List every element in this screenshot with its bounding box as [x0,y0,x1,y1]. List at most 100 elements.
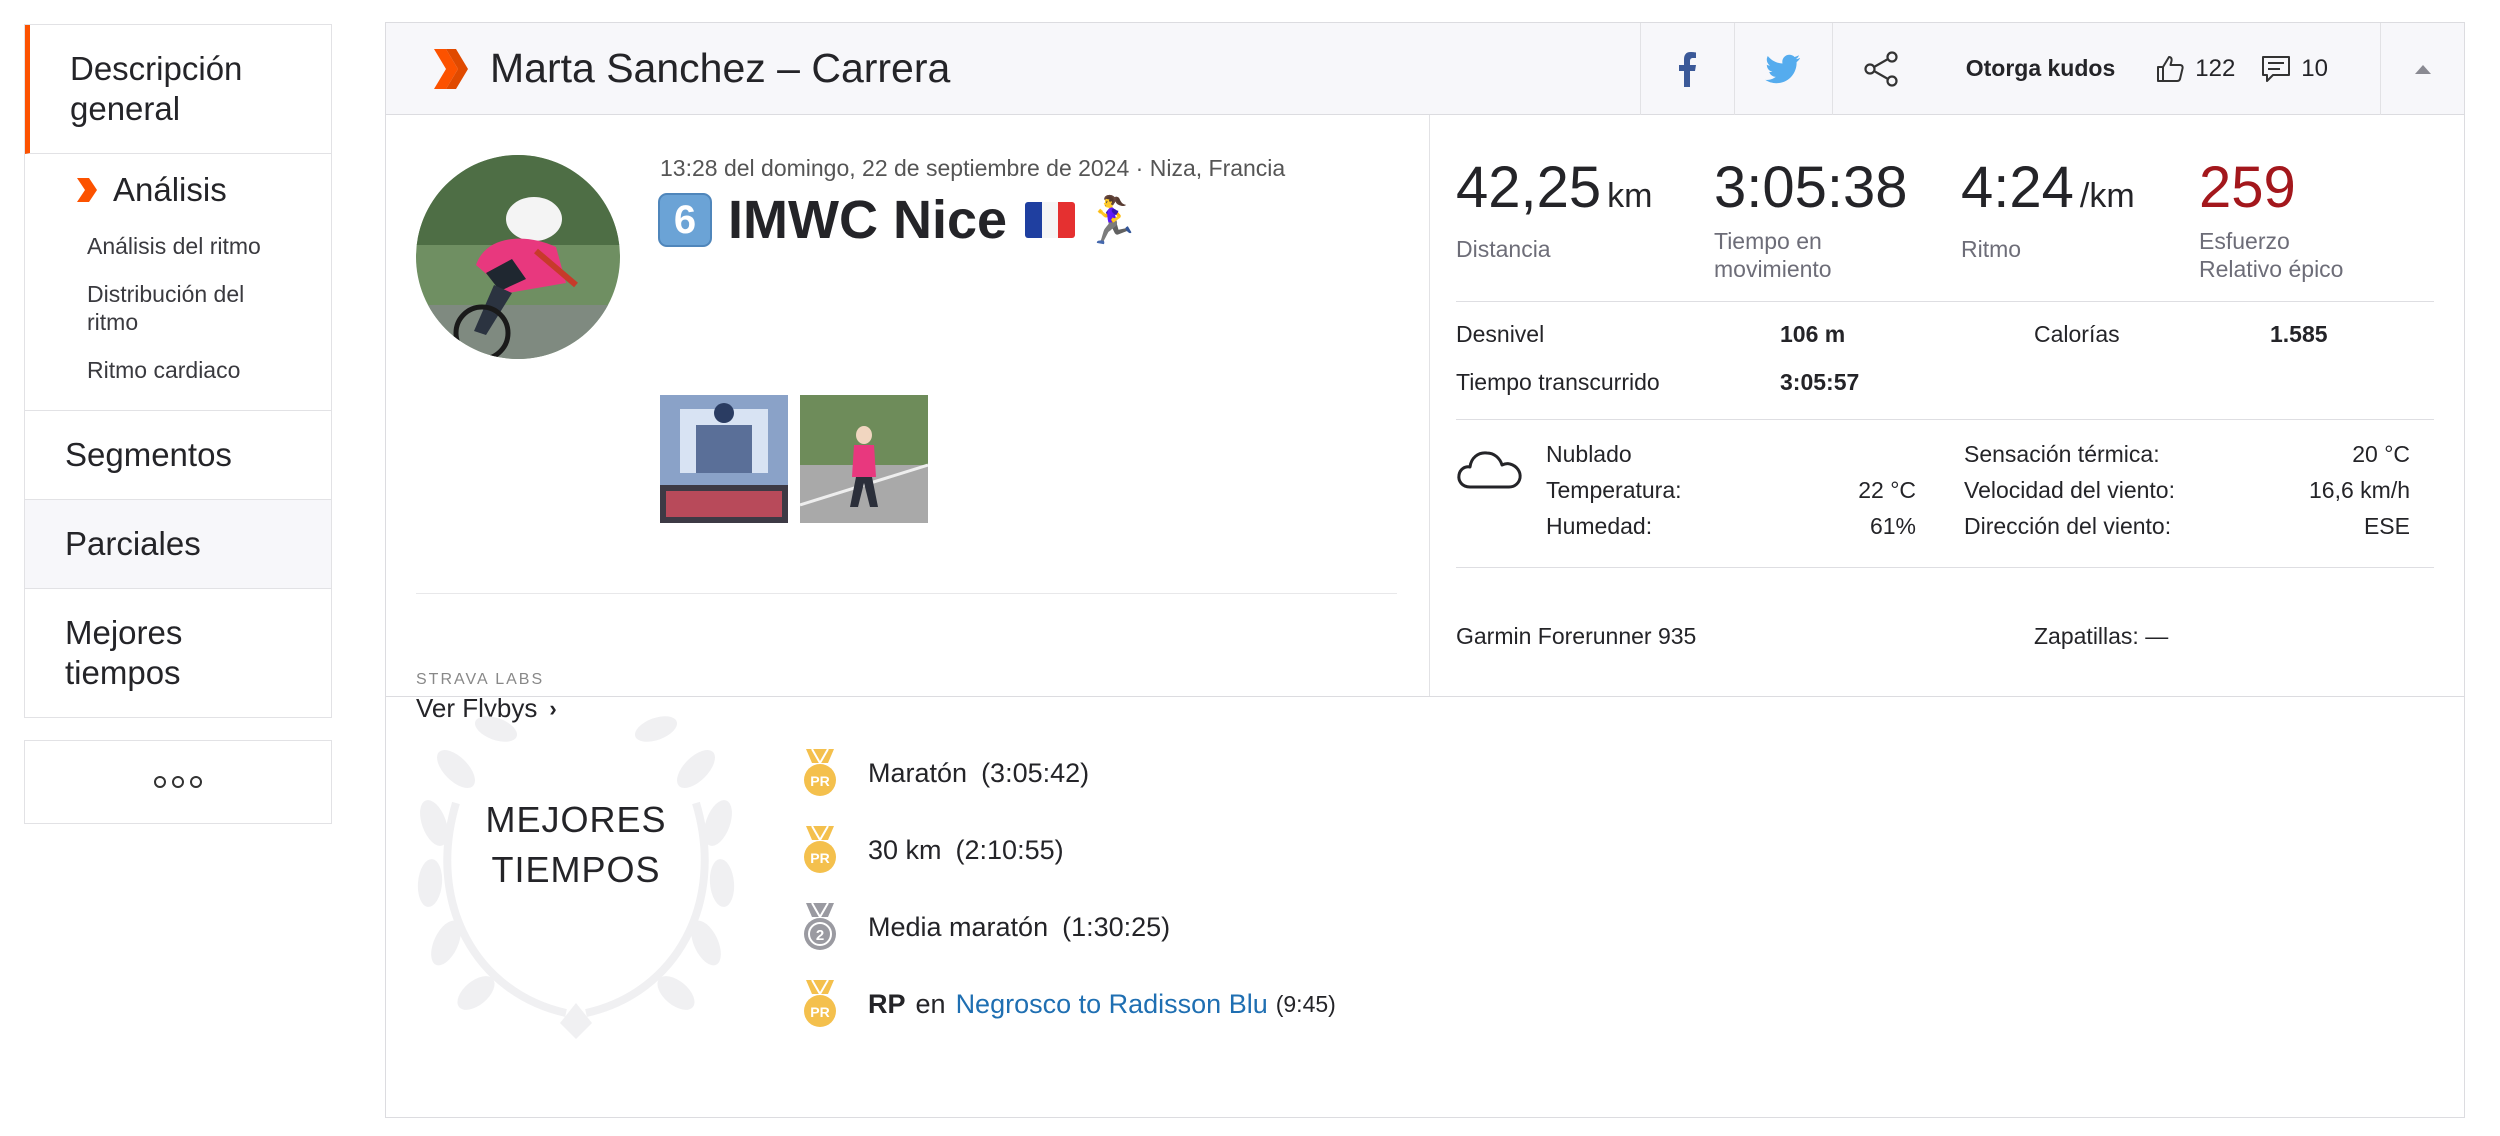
sidebar-section-analysis: Análisis Análisis del ritmo Distribución… [25,154,331,411]
activity-photo-runner[interactable] [800,395,928,523]
strava-labs-tag: STRAVA LABS [416,671,545,688]
best-efforts-heading: MEJORES TIEMPOS [485,799,667,890]
activity-summary: 13:28 del domingo, 22 de septiembre de 2… [386,115,2464,723]
temperature-value: 22 °C [1858,477,1916,503]
wind-direction-label: Dirección del viento: [1964,513,2172,539]
more-button[interactable] [24,740,332,824]
activity-header-title: Marta Sanchez – Carrera [490,45,951,91]
sidebar-item-overview[interactable]: Descripción general [25,25,331,154]
svg-text:PR: PR [810,773,829,789]
elevation-label: Desnivel [1456,321,1545,347]
sidebar-item-pace-analysis[interactable]: Análisis del ritmo [25,232,331,260]
runner-emoji-icon: 🏃‍♀️ [1083,193,1141,246]
temperature-label: Temperatura: [1546,477,1682,503]
achievement-time: (1:30:25) [1062,911,1171,942]
achievement-name: 30 km [868,834,942,865]
calories-label: Calorías [2034,321,2120,347]
achievements-list: PR Maratón (3:05:42) PR 30 km (2:10:55) [800,747,1336,1055]
comment-icon [2262,55,2291,82]
svg-text:PR: PR [810,850,829,866]
feels-like-value: 20 °C [2352,441,2410,467]
pr-medal-icon: PR [804,979,836,1027]
activity-date-location: 13:28 del domingo, 22 de septiembre de 2… [660,155,1286,181]
stat-relative-effort[interactable]: 259 Esfuerzo Relativo épico [2199,155,2369,283]
stat-distance-label: Distancia [1456,236,1551,262]
sidebar: Descripción general Análisis Análisis de… [24,24,332,824]
share-button[interactable] [1831,22,1930,115]
stat-relative-effort-label: Esfuerzo Relativo épico [2199,228,2344,282]
stats-divider [1456,301,2434,302]
collapse-button[interactable] [2380,22,2464,115]
activity-info: 13:28 del domingo, 22 de septiembre de 2… [386,115,1430,723]
strava-chevron-icon [434,48,468,89]
humidity-label: Humedad: [1546,513,1653,539]
sidebar-item-pace-distribution[interactable]: Distribución del ritmo [25,280,285,336]
elapsed-time-value: 3:05:57 [1780,369,1860,395]
comment-count-value: 10 [2301,54,2328,82]
keycap-six-icon: 6 [658,193,712,247]
comment-count[interactable]: 10 [2261,55,2328,83]
achievement-name: Maratón [868,757,968,788]
device-name: Garmin Forerunner 935 [1456,623,1697,649]
achievement-time: (3:05:42) [981,757,1090,788]
segment-link[interactable]: Negrosco to Radisson Blu [956,989,1268,1020]
facebook-share-button[interactable] [1639,22,1734,115]
weather-divider [1456,567,2434,568]
list-item[interactable]: PR Maratón (3:05:42) [800,747,1336,799]
facebook-icon [1679,51,1697,87]
stat-moving-time-value: 3:05:38 [1714,155,1908,220]
best-efforts-section: MEJORES TIEMPOS PR Maratón (3:05:42) PR … [386,697,2464,1117]
svg-text:2: 2 [816,927,824,944]
stat-moving-time-label: Tiempo en movimiento [1714,228,1832,282]
sidebar-item-segments[interactable]: Segmentos [25,411,331,500]
pr-medal-icon: PR [804,748,836,796]
svg-text:PR: PR [810,1004,829,1020]
weather-condition: Nublado [1546,441,1632,467]
wind-speed-label: Velocidad del viento: [1964,477,2175,503]
section-divider [416,593,1397,594]
kudos-count-value: 122 [2195,54,2236,82]
sidebar-item-heart-rate[interactable]: Ritmo cardiaco [25,356,331,384]
thumbs-up-icon [2157,55,2184,82]
activity-photo-finish-line[interactable] [660,395,788,523]
sidebar-item-best-efforts[interactable]: Mejores tiempos [25,589,331,717]
kudos-count[interactable]: 122 [2155,54,2235,84]
elapsed-time-label: Tiempo transcurrido [1456,369,1660,395]
segment-pr-connector: en [915,988,946,1019]
humidity-value: 61% [1869,513,1916,539]
stat-distance-value: 42,25 km [1456,155,1653,220]
feels-like-label: Sensación térmica: [1964,441,2160,467]
elevation-value: 106 m [1780,321,1846,347]
sidebar-item-analysis[interactable]: Análisis [25,168,331,212]
list-item: PR RP en Negrosco to Radisson Blu (9:45) [800,978,1336,1030]
segment-pr-prefix: RP [868,988,906,1019]
cloud-icon [1457,451,1522,489]
silver-medal-icon: 2 [804,902,836,950]
stat-pace-value: 4:24/km [1961,155,2135,220]
activity-header: Marta Sanchez – Carrera Otorga kudos 122… [386,22,2464,115]
sidebar-item-splits[interactable]: Parciales [25,500,331,589]
twitter-icon [1765,54,1801,83]
give-kudos-button[interactable]: Otorga kudos [1966,55,2116,82]
shoes-info: Zapatillas: — [2034,623,2169,649]
avatar[interactable] [416,155,620,359]
stat-moving-time: 3:05:38 Tiempo en movimiento [1714,155,1961,283]
sidebar-menu: Descripción general Análisis Análisis de… [24,24,332,718]
header-title-group: Marta Sanchez – Carrera [386,45,1640,92]
twitter-share-button[interactable] [1733,22,1832,115]
list-item[interactable]: 2 Media maratón (1:30:25) [800,901,1336,953]
more-dots-icon [154,776,202,788]
segment-pr-time: (9:45) [1275,990,1336,1017]
activity-stats: 42,25 km Distancia 3:05:38 Tiempo en movi… [1430,115,2464,696]
pr-medal-icon: PR [804,825,836,873]
share-icon [1864,50,1898,87]
primary-stats: 42,25 km Distancia 3:05:38 Tiempo en movi… [1456,155,2369,283]
collapse-caret-icon [2414,64,2431,74]
wind-direction-value: ESE [2363,513,2410,539]
activity-card: Marta Sanchez – Carrera Otorga kudos 122… [385,22,2465,1118]
list-item[interactable]: PR 30 km (2:10:55) [800,824,1336,876]
activity-title: 6 IMWC Nice 🏃‍♀️ [658,189,1140,251]
sidebar-item-analysis-label: Análisis [113,171,227,208]
wind-speed-value: 16,6 km/h [2309,477,2410,503]
france-flag-icon [1025,202,1076,238]
